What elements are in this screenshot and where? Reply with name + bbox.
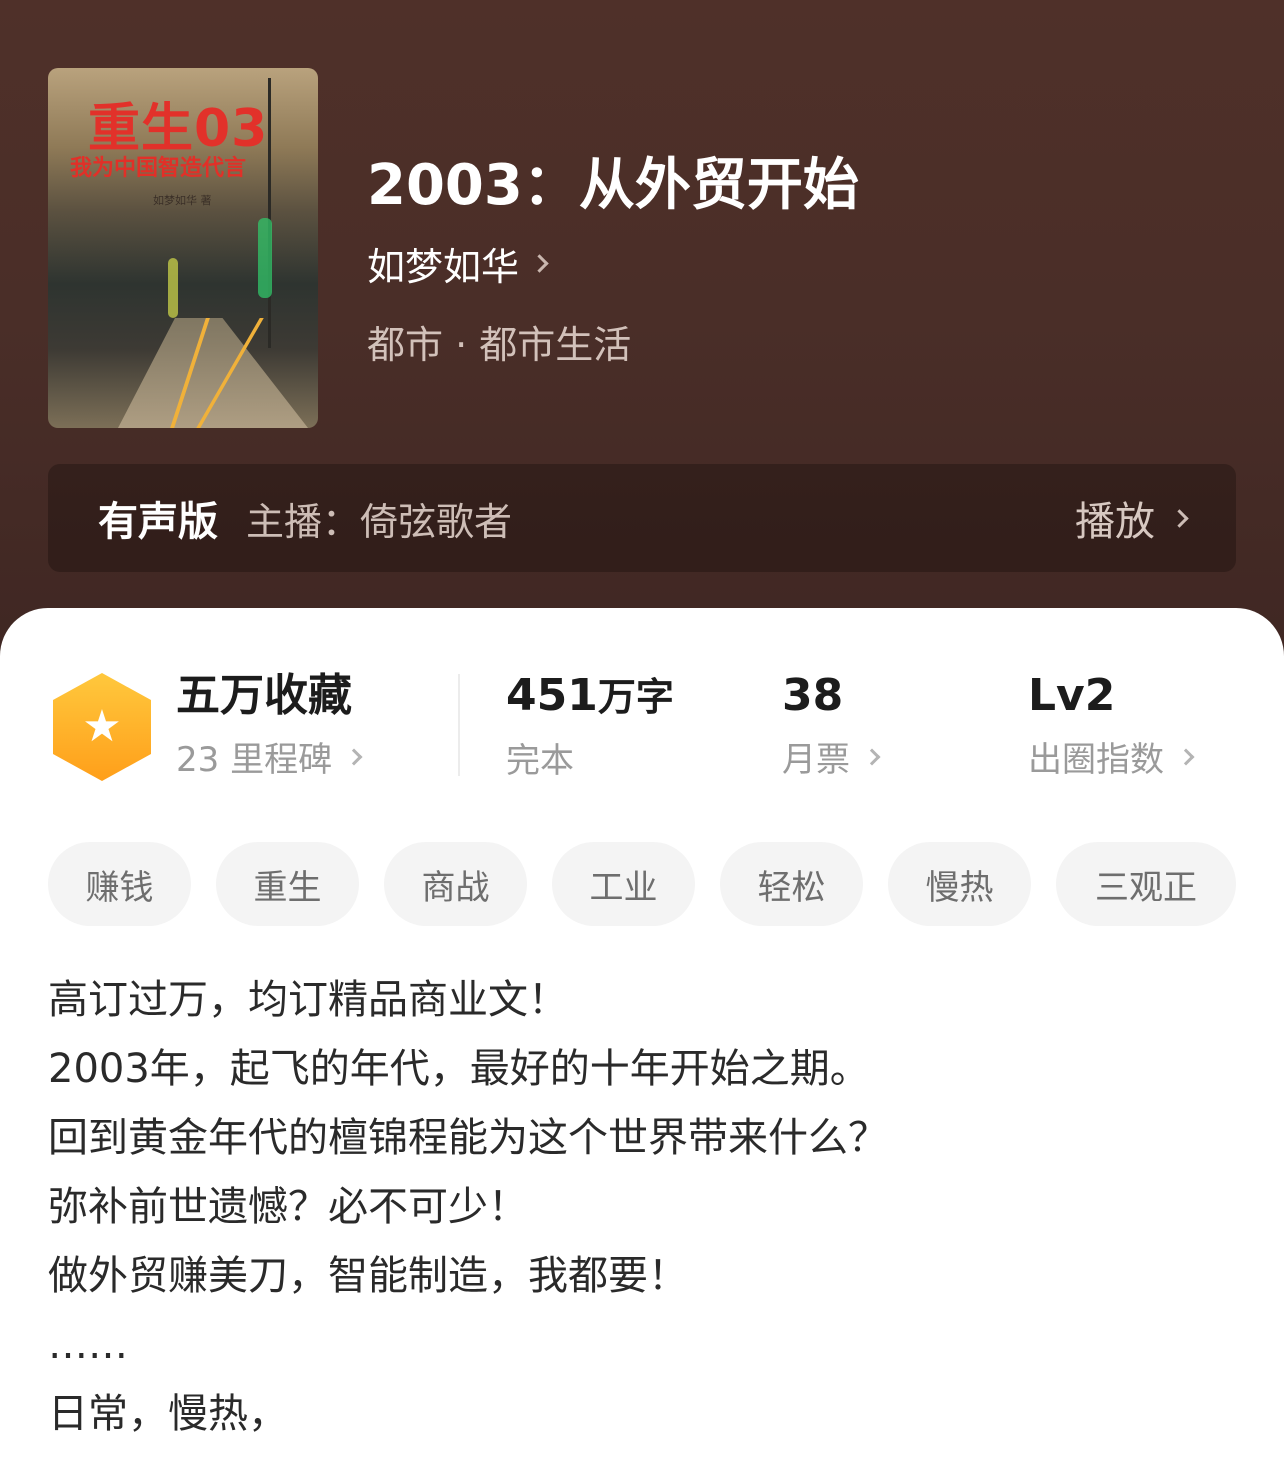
- stat-collections[interactable]: 五万收藏 23 里程碑: [176, 668, 363, 781]
- monthly-tickets-label: 月票: [782, 740, 850, 780]
- stat-monthly-tickets[interactable]: 38 月票: [782, 668, 881, 781]
- tag-chip[interactable]: 赚钱: [48, 842, 191, 926]
- star-hexagon-icon: ★: [53, 673, 151, 781]
- monthly-tickets-count: 38: [782, 670, 844, 721]
- word-count: 451万字: [506, 668, 674, 725]
- cover-green-light: [258, 218, 272, 298]
- popularity-index-label: 出圈指数: [1028, 740, 1164, 780]
- milestones-label: 23 里程碑: [176, 740, 333, 780]
- completion-status: 完本: [506, 741, 574, 781]
- chevron-right-icon: [1177, 748, 1195, 765]
- book-detail-page: 重生03 我为中国智造代言 如梦如华 著 2003：从外贸开始 如梦如华 都市 …: [0, 0, 1284, 1468]
- book-cover[interactable]: 重生03 我为中国智造代言 如梦如华 著: [48, 68, 318, 428]
- book-synopsis[interactable]: 高订过万，均订精品商业文！ 2003年，起飞的年代，最好的十年开始之期。 回到黄…: [48, 966, 1238, 1449]
- tag-chip[interactable]: 三观正: [1056, 842, 1236, 926]
- cover-subtitle: 我为中国智造代言: [70, 156, 247, 181]
- tag-chip[interactable]: 工业: [552, 842, 695, 926]
- word-count-number: 451: [506, 670, 598, 721]
- stat-word-count: 451万字 完本: [506, 668, 674, 782]
- stat-popularity-index[interactable]: Lv2 出圈指数: [1028, 668, 1195, 781]
- book-genre: 都市 · 都市生活: [367, 323, 632, 367]
- synopsis-line: 弥补前世遗憾？必不可少！: [48, 1184, 528, 1230]
- cover-utility-pole: [268, 78, 271, 348]
- star-icon: ★: [82, 701, 122, 752]
- synopsis-line: 高订过万，均订精品商业文！: [48, 977, 568, 1023]
- popularity-level: Lv2: [1028, 670, 1116, 721]
- cover-road: [118, 318, 308, 428]
- stats-row: ★ 五万收藏 23 里程碑 451万字 完本 38 月票 Lv2 出圈指数: [0, 668, 1284, 798]
- popularity-index-link[interactable]: 出圈指数: [1028, 732, 1195, 781]
- stats-divider: [458, 674, 460, 776]
- tag-chip[interactable]: 商战: [384, 842, 527, 926]
- book-header: 重生03 我为中国智造代言 如梦如华 著 2003：从外贸开始 如梦如华 都市 …: [0, 0, 1284, 700]
- author-name: 如梦如华: [367, 245, 520, 289]
- tag-list: 赚钱 重生 商战 工业 轻松 慢热 三观正: [48, 842, 1236, 926]
- audiobook-bar[interactable]: 有声版 主播：倚弦歌者 播放: [48, 464, 1236, 572]
- chevron-right-icon: [345, 748, 363, 765]
- cover-author: 如梦如华 著: [153, 194, 212, 207]
- synopsis-line: 回到黄金年代的檀锦程能为这个世界带来什么？: [48, 1115, 888, 1161]
- play-button[interactable]: 播放: [1075, 489, 1189, 547]
- synopsis-line: 日常，慢热，: [48, 1391, 288, 1437]
- milestones-link[interactable]: 23 里程碑: [176, 732, 363, 781]
- chevron-right-icon: [863, 748, 881, 765]
- book-title: 2003：从外贸开始: [367, 153, 859, 218]
- synopsis-line: 做外贸赚美刀，智能制造，我都要！: [48, 1253, 688, 1299]
- cover-yellow-light: [168, 258, 178, 318]
- book-info-card: ★ 五万收藏 23 里程碑 451万字 完本 38 月票 Lv2 出圈指数 赚钱…: [0, 608, 1284, 1468]
- audiobook-host: 主播：倚弦歌者: [246, 499, 513, 544]
- monthly-tickets-link[interactable]: 月票: [782, 732, 881, 781]
- synopsis-line: ……: [48, 1322, 128, 1368]
- chevron-right-icon: [1170, 508, 1189, 528]
- tag-chip[interactable]: 重生: [216, 842, 359, 926]
- author-link[interactable]: 如梦如华: [367, 236, 549, 291]
- word-count-unit: 万字: [597, 675, 674, 719]
- play-label: 播放: [1075, 499, 1155, 545]
- tag-chip[interactable]: 轻松: [720, 842, 863, 926]
- chevron-right-icon: [530, 254, 549, 273]
- collections-count: 五万收藏: [176, 670, 352, 721]
- synopsis-line: 2003年，起飞的年代，最好的十年开始之期。: [48, 1046, 870, 1092]
- tag-chip[interactable]: 慢热: [888, 842, 1031, 926]
- audiobook-label: 有声版: [98, 499, 218, 545]
